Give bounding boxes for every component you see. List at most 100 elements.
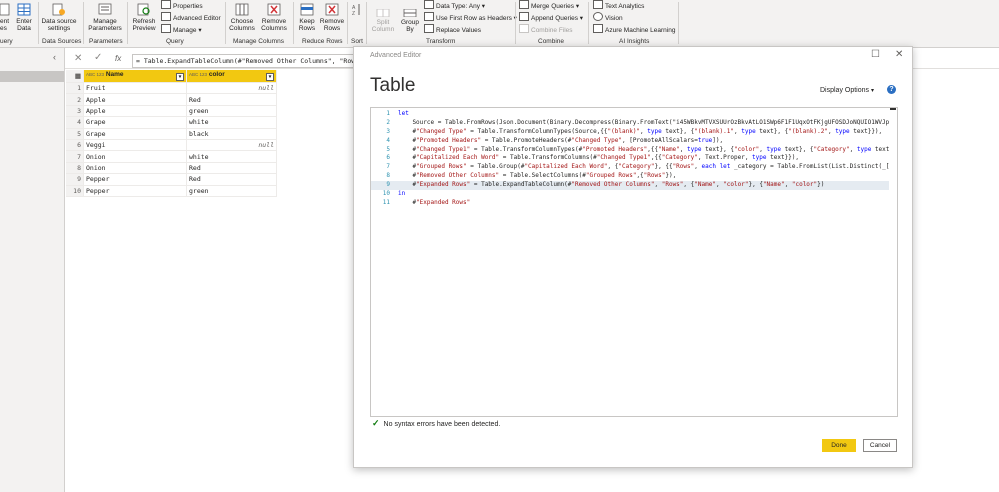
column-filter-icon[interactable]: ▾: [266, 73, 274, 81]
group-label-data-sources: Data Sources: [42, 38, 82, 45]
remove-rows-button[interactable]: Remove Rows: [319, 2, 345, 32]
cell-name[interactable]: Pepper: [83, 173, 187, 186]
row-number: 8: [66, 162, 84, 175]
append-queries-dropdown[interactable]: Append Queries ▾: [519, 12, 583, 23]
cell-name[interactable]: Veggi: [83, 139, 187, 152]
row-number: 7: [66, 150, 84, 163]
display-options-dropdown[interactable]: Display Options ▾: [820, 87, 874, 94]
table-row[interactable]: 5 Grape black: [66, 128, 277, 140]
choose-columns-button[interactable]: Choose Columns: [227, 2, 257, 32]
table-row[interactable]: 10 Pepper green: [66, 185, 277, 197]
table-row[interactable]: 8 Onion Red: [66, 162, 277, 175]
group-separator: [127, 2, 128, 44]
azure-machine-learning-button[interactable]: Azure Machine Learning: [593, 24, 675, 35]
scrollbar-thumb[interactable]: [890, 108, 896, 110]
line-number: 1: [386, 110, 390, 117]
data-source-settings-button[interactable]: Data source settings: [40, 2, 78, 32]
merge-queries-dropdown[interactable]: Merge Queries ▾: [519, 0, 579, 11]
row-number: 1: [66, 82, 84, 95]
chevron-down-icon: ▾: [481, 3, 486, 10]
query-title: Table: [370, 75, 416, 96]
data-type-dropdown[interactable]: Data Type: Any ▾: [424, 0, 485, 11]
grid-corner-table-icon[interactable]: ▦: [66, 70, 84, 83]
cell-color[interactable]: Red: [186, 93, 277, 106]
table-row[interactable]: 1 Fruit null: [66, 82, 277, 95]
commit-formula-icon[interactable]: ✓: [94, 52, 102, 63]
cell-name[interactable]: Fruit: [83, 82, 187, 95]
sort-icon: AZ: [352, 3, 362, 17]
eye-icon: [593, 12, 603, 21]
cancel-formula-icon[interactable]: ✕: [74, 53, 82, 64]
split-column-icon: [376, 8, 390, 18]
type-any-icon: ABC 123: [86, 72, 105, 77]
cell-name[interactable]: Apple: [83, 105, 187, 118]
code-text: #"Capitalized Each Word" = Table.Transfo…: [398, 154, 800, 162]
parameters-icon: [98, 3, 112, 16]
vision-button[interactable]: Vision: [593, 12, 623, 23]
done-button[interactable]: Done: [822, 439, 856, 452]
cell-color[interactable]: Red: [186, 162, 277, 175]
cell-name[interactable]: Grape: [83, 116, 187, 129]
remove-rows-icon: [325, 3, 339, 16]
line-number: 2: [386, 118, 390, 126]
table-row[interactable]: 2 Apple Red: [66, 93, 277, 106]
row-number: 3: [66, 105, 84, 118]
cell-color[interactable]: Red: [186, 173, 277, 186]
column-header-name[interactable]: ABC 123 Name ▾: [83, 70, 187, 83]
cell-name[interactable]: Pepper: [83, 185, 187, 197]
code-text: #"Changed Type" = Table.TransformColumnT…: [398, 127, 883, 135]
properties-button[interactable]: Properties: [161, 0, 203, 11]
selected-query-item[interactable]: [0, 71, 64, 82]
group-label-sort: Sort: [351, 38, 363, 45]
maximize-icon[interactable]: ☐: [871, 49, 880, 60]
manage-parameters-button[interactable]: Manage Parameters: [86, 2, 124, 32]
refresh-preview-button[interactable]: Refresh Preview: [129, 2, 159, 32]
column-filter-icon[interactable]: ▾: [176, 73, 184, 81]
cancel-button[interactable]: Cancel: [863, 439, 897, 452]
table-row[interactable]: 9 Pepper Red: [66, 173, 277, 186]
replace-values-button[interactable]: Replace Values: [424, 24, 481, 35]
table-row[interactable]: 6 Veggi null: [66, 139, 277, 152]
enter-data-button[interactable]: Enter Data: [13, 2, 35, 32]
cell-color[interactable]: null: [186, 139, 277, 152]
table-row[interactable]: 4 Grape white: [66, 116, 277, 129]
text-analytics-icon: [593, 0, 603, 9]
sort-button[interactable]: AZ: [350, 2, 364, 18]
queries-pane: ‹: [0, 48, 65, 492]
table-row[interactable]: 7 Onion white: [66, 150, 277, 163]
group-separator: [38, 2, 39, 44]
cell-color[interactable]: null: [186, 82, 277, 95]
code-editor[interactable]: 1 let 2 Source = Table.FromRows(Json.Docum…: [370, 107, 898, 417]
split-column-button[interactable]: Split Column: [368, 8, 398, 33]
cell-color[interactable]: green: [186, 185, 277, 197]
keep-rows-button[interactable]: Keep Rows: [295, 2, 319, 32]
combine-files-button[interactable]: Combine Files: [519, 24, 573, 35]
cell-name[interactable]: Grape: [83, 128, 187, 140]
cell-name[interactable]: Onion: [83, 150, 187, 163]
cell-name[interactable]: Apple: [83, 93, 187, 106]
row-number: 4: [66, 116, 84, 129]
use-first-row-as-headers-button[interactable]: Use First Row as Headers ▾: [424, 12, 517, 23]
chevron-down-icon: ▾: [575, 3, 580, 10]
manage-dropdown[interactable]: Manage ▾: [161, 24, 202, 35]
cell-color[interactable]: white: [186, 150, 277, 163]
cell-color[interactable]: green: [186, 105, 277, 118]
remove-columns-button[interactable]: Remove Columns: [258, 2, 290, 32]
column-header-color[interactable]: ABC 123 color ▾: [186, 70, 277, 83]
recent-sources-button[interactable]: ent es: [0, 2, 12, 32]
text-analytics-button[interactable]: Text Analytics: [593, 0, 644, 11]
advanced-editor-button[interactable]: Advanced Editor: [161, 12, 221, 23]
table-row[interactable]: 3 Apple green: [66, 105, 277, 118]
code-line: 11 #"Expanded Rows": [371, 199, 889, 208]
cell-color[interactable]: black: [186, 128, 277, 140]
code-text: #"Expanded Rows" = Table.ExpandTableColu…: [398, 181, 825, 189]
group-separator: [83, 2, 84, 44]
group-by-button[interactable]: Group By: [398, 8, 422, 33]
help-icon[interactable]: ?: [887, 85, 896, 94]
cell-color[interactable]: white: [186, 116, 277, 129]
code-lines: 1 let 2 Source = Table.FromRows(Json.Docum…: [371, 110, 890, 208]
close-icon[interactable]: ✕: [895, 49, 903, 60]
row-number: 6: [66, 139, 84, 152]
collapse-pane-chevron-icon[interactable]: ‹: [53, 52, 56, 62]
cell-name[interactable]: Onion: [83, 162, 187, 175]
